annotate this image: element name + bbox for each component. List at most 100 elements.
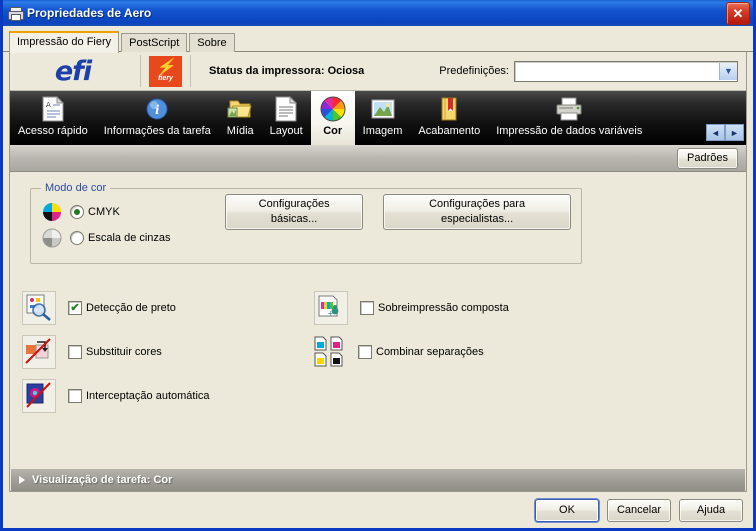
window-title: Propriedades de Aero	[27, 6, 152, 20]
help-button[interactable]: Ajuda	[679, 498, 743, 522]
color-settings-content: Modo de cor CMYK Configurações básicas..…	[10, 172, 746, 469]
efi-logo: efi	[54, 55, 92, 87]
cmyk-pie-icon	[41, 201, 63, 223]
checkbox-label: Detecção de preto	[86, 302, 176, 314]
presets-combobox[interactable]: ▼	[514, 60, 738, 82]
divider	[140, 55, 141, 87]
brand-row: efi ⚡ fiery Status da impressora: Ociosa…	[10, 52, 746, 91]
title-bar: Propriedades de Aero ✕	[3, 0, 753, 26]
option-combinar-separacoes: Combinar separações	[314, 330, 606, 374]
toolbar-item-midia[interactable]: Mídia	[219, 91, 262, 145]
folder-media-icon	[227, 95, 253, 123]
radio-indicator	[70, 231, 84, 245]
toolbar-item-layout[interactable]: Layout	[262, 91, 311, 145]
toolbar-item-acabamento[interactable]: Acabamento	[410, 91, 488, 145]
color-options-grid: ✔ Detecção de preto Substituir cores Int…	[22, 286, 734, 418]
divider	[190, 55, 191, 87]
printer-icon	[554, 95, 584, 123]
checkbox-indicator	[68, 345, 82, 359]
combine-separations-icon	[314, 336, 346, 368]
tab-strip: Impressão do Fiery PostScript Sobre	[3, 26, 753, 53]
color-options-left-column: ✔ Detecção de preto Substituir cores Int…	[22, 286, 314, 418]
toolbar-scroll-buttons: ◄ ►	[706, 124, 744, 141]
dialog-footer: OK Cancelar Ajuda	[3, 492, 753, 528]
toolbar-item-label: Cor	[323, 125, 343, 137]
toolbar-item-cor[interactable]: Cor	[310, 91, 355, 145]
presets-input[interactable]	[515, 64, 719, 78]
printer-icon	[7, 5, 24, 21]
toolbar-item-label: Acesso rápido	[18, 125, 88, 137]
toolbar-item-label: Imagem	[362, 125, 403, 137]
booklet-icon	[439, 95, 459, 123]
grayscale-pie-icon	[41, 227, 63, 249]
toolbar-item-label: Acabamento	[418, 125, 481, 137]
checkbox-deteccao-de-preto[interactable]: ✔ Detecção de preto	[68, 301, 176, 315]
radio-cmyk[interactable]: CMYK	[70, 205, 217, 219]
close-icon[interactable]: ✕	[726, 1, 750, 25]
tab-impressao-do-fiery[interactable]: Impressão do Fiery	[9, 31, 120, 53]
option-interceptacao-automatica: Interceptação automática	[22, 374, 314, 418]
checkbox-interceptacao-automatica[interactable]: Interceptação automática	[68, 389, 210, 403]
svg-text:i: i	[155, 103, 160, 117]
toolbar-item-label: Impressão de dados variáveis	[496, 125, 643, 137]
chevron-down-icon[interactable]: ▼	[719, 62, 737, 80]
checkbox-label: Combinar separações	[376, 346, 484, 358]
dialog-window: Propriedades de Aero ✕ Impressão do Fier…	[0, 0, 756, 531]
color-mode-groupbox: Modo de cor CMYK Configurações básicas..…	[30, 182, 582, 264]
cancel-button[interactable]: Cancelar	[607, 498, 671, 522]
toolbar-item-impressao-de-dados-variaveis[interactable]: Impressão de dados variáveis	[488, 91, 650, 145]
toolbar-item-informacoes-da-tarefa[interactable]: i Informações da tarefa	[96, 91, 219, 145]
scroll-right-icon[interactable]: ►	[725, 124, 744, 141]
checkbox-substituir-cores[interactable]: Substituir cores	[68, 345, 162, 359]
ok-button[interactable]: OK	[535, 498, 599, 522]
replace-colors-icon	[22, 335, 56, 369]
checkbox-indicator	[358, 345, 372, 359]
option-sobreimpressao-composta: + Sobreimpressão composta	[314, 286, 606, 330]
checkbox-combinar-separacoes[interactable]: Combinar separações	[358, 345, 484, 359]
category-toolbar: A Acesso rápido i Informações da tarefa	[10, 91, 746, 145]
job-preview-bar[interactable]: Visualização de tarefa: Cor	[11, 469, 745, 491]
toolbar-item-acesso-rapido[interactable]: A Acesso rápido	[10, 91, 96, 145]
checkbox-label: Substituir cores	[86, 346, 162, 358]
page-layout-icon	[275, 95, 298, 123]
checkbox-label: Interceptação automática	[86, 390, 210, 402]
color-mode-title: Modo de cor	[41, 182, 111, 194]
color-options-right-column: + Sobreimpressão composta Combinar separ…	[314, 286, 606, 418]
toolbar-item-imagem[interactable]: Imagem	[355, 91, 411, 145]
expert-settings-button[interactable]: Configurações para especialistas...	[383, 194, 572, 230]
checkbox-indicator	[68, 389, 82, 403]
color-mode-row-cmyk: CMYK Configurações básicas... Configuraç…	[41, 194, 572, 230]
composite-overprint-icon: +	[314, 291, 348, 325]
document-lines-icon: A	[42, 95, 64, 123]
option-deteccao-de-preto: ✔ Detecção de preto	[22, 286, 314, 330]
auto-trapping-icon	[22, 379, 56, 413]
presets-label: Predefinições:	[439, 65, 509, 77]
fiery-logo: ⚡ fiery	[149, 55, 182, 87]
checkbox-sobreimpressao-composta[interactable]: Sobreimpressão composta	[360, 301, 509, 315]
printer-status: Status da impressora: Ociosa	[209, 65, 365, 77]
presets-area: Predefinições: ▼	[439, 60, 746, 82]
checkbox-indicator	[360, 301, 374, 315]
radio-label: CMYK	[88, 206, 120, 218]
defaults-button[interactable]: Padrões	[677, 147, 738, 169]
lightning-bolt-icon: ⚡	[155, 59, 176, 76]
radio-indicator	[70, 205, 84, 219]
color-wheel-icon	[319, 95, 347, 123]
info-circle-icon: i	[145, 95, 169, 123]
fiery-logo-text: fiery	[158, 75, 173, 82]
basic-settings-button[interactable]: Configurações básicas...	[225, 194, 364, 230]
checkbox-indicator: ✔	[68, 301, 82, 315]
tab-sobre[interactable]: Sobre	[189, 33, 235, 52]
defaults-bar: Padrões	[10, 145, 746, 172]
toolbar-item-label: Layout	[269, 125, 303, 137]
job-preview-label: Visualização de tarefa: Cor	[32, 474, 173, 486]
tab-postscript[interactable]: PostScript	[121, 33, 188, 52]
option-substituir-cores: Substituir cores	[22, 330, 314, 374]
scroll-left-icon[interactable]: ◄	[706, 124, 725, 141]
radio-label: Escala de cinzas	[88, 232, 171, 244]
toolbar-item-label: Mídia	[226, 125, 254, 137]
black-detect-magnifier-icon	[22, 291, 56, 325]
radio-escala-de-cinzas[interactable]: Escala de cinzas	[70, 231, 171, 245]
svg-text:A: A	[46, 101, 51, 109]
toolbar-item-label: Informações da tarefa	[103, 125, 211, 137]
